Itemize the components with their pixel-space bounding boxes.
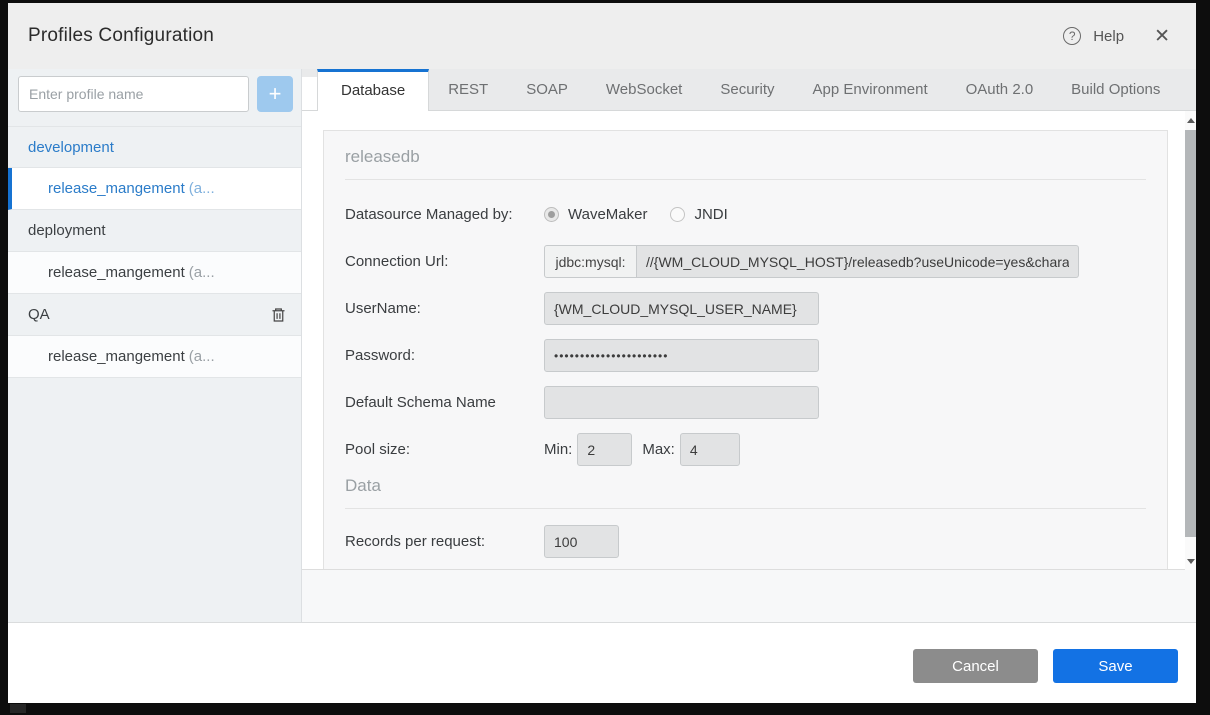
- username-input[interactable]: [544, 292, 819, 325]
- profile-item-release-mangement-selected[interactable]: release_mangement (a...: [8, 168, 301, 210]
- background-taskbar-fragment: [10, 704, 26, 713]
- help-icon[interactable]: ?: [1063, 27, 1081, 45]
- datasource-label: Datasource Managed by:: [345, 206, 544, 223]
- close-icon[interactable]: ✕: [1154, 25, 1170, 48]
- profile-item-suffix: (a...: [189, 264, 215, 281]
- password-label: Password:: [345, 347, 544, 364]
- profiles-sidebar: + development release_mangement (a... de…: [8, 69, 302, 622]
- profile-item-suffix: (a...: [189, 348, 215, 365]
- profile-group-qa[interactable]: QA: [8, 294, 301, 336]
- section-divider: [345, 508, 1146, 509]
- cancel-button[interactable]: Cancel: [913, 649, 1038, 683]
- header-actions: ? Help ✕: [1063, 25, 1170, 48]
- profile-item-release-mangement[interactable]: release_mangement (a...: [8, 252, 301, 294]
- profile-name-input[interactable]: [18, 76, 249, 112]
- delete-profile-button[interactable]: [270, 306, 287, 324]
- connection-url-label: Connection Url:: [345, 253, 544, 270]
- dialog-header: Profiles Configuration ? Help ✕: [8, 3, 1196, 69]
- help-icon-glyph: ?: [1069, 29, 1076, 43]
- scroll-down-icon: [1187, 559, 1195, 564]
- schema-input[interactable]: [544, 386, 819, 419]
- tab-bar-spacer: [302, 77, 317, 110]
- wavemaker-radio-label: WaveMaker: [568, 206, 647, 223]
- pool-size-label: Pool size:: [345, 441, 544, 458]
- tab-security[interactable]: Security: [701, 69, 793, 110]
- data-section-title: Data: [345, 476, 1146, 496]
- section-divider: [345, 179, 1146, 180]
- tab-oauth[interactable]: OAuth 2.0: [947, 69, 1053, 110]
- records-input[interactable]: [544, 525, 619, 558]
- profile-group-label: deployment: [28, 222, 106, 239]
- scrollbar-thumb[interactable]: [1185, 130, 1196, 537]
- scroll-up-icon: [1187, 118, 1195, 123]
- tab-database[interactable]: Database: [317, 69, 429, 111]
- screen: Profiles Configuration ? Help ✕ + develo…: [0, 0, 1210, 715]
- records-label: Records per request:: [345, 533, 544, 550]
- connection-url-input[interactable]: [637, 245, 1079, 278]
- profile-group-label: development: [28, 139, 114, 156]
- profile-group-label: QA: [28, 306, 50, 323]
- schema-label: Default Schema Name: [345, 394, 544, 411]
- tab-bar: Database REST SOAP WebSocket Security Ap…: [302, 69, 1196, 111]
- datasource-radio-group: WaveMaker JNDI: [544, 206, 742, 223]
- password-input[interactable]: [544, 339, 819, 372]
- datasource-row: Datasource Managed by: WaveMaker JNDI: [345, 198, 1146, 231]
- password-row: Password:: [345, 339, 1146, 372]
- radio-selected-dot: [548, 211, 555, 218]
- profile-group-deployment[interactable]: deployment: [8, 210, 301, 252]
- profile-list: development release_mangement (a... depl…: [8, 126, 301, 378]
- profile-group-development[interactable]: development: [8, 126, 301, 168]
- help-link[interactable]: Help: [1093, 28, 1124, 45]
- pool-size-row: Pool size: Min: Max:: [345, 433, 1146, 466]
- jndi-radio-label: JNDI: [694, 206, 727, 223]
- profile-create-row: +: [8, 69, 301, 112]
- profiles-configuration-dialog: Profiles Configuration ? Help ✕ + develo…: [8, 3, 1196, 703]
- database-tab-panel: releasedb Datasource Managed by: WaveMak…: [302, 111, 1196, 570]
- pool-max-input[interactable]: [680, 433, 740, 466]
- profile-item-label: release_mangement: [48, 264, 185, 281]
- records-row: Records per request:: [345, 525, 1146, 558]
- database-config-card: releasedb Datasource Managed by: WaveMak…: [323, 130, 1168, 570]
- profile-item-label: release_mangement: [48, 348, 185, 365]
- tab-area: Database REST SOAP WebSocket Security Ap…: [302, 69, 1196, 622]
- tab-rest[interactable]: REST: [429, 69, 507, 110]
- username-row: UserName:: [345, 292, 1146, 325]
- add-profile-button[interactable]: +: [257, 76, 293, 112]
- username-label: UserName:: [345, 300, 544, 317]
- dialog-body: + development release_mangement (a... de…: [8, 69, 1196, 622]
- pool-min-label: Min:: [544, 441, 572, 458]
- connection-url-row: Connection Url: jdbc:mysql:: [345, 245, 1146, 278]
- dialog-title: Profiles Configuration: [28, 25, 214, 47]
- tab-app-environment[interactable]: App Environment: [794, 69, 947, 110]
- scroll-up-button[interactable]: [1185, 113, 1196, 127]
- jndi-radio[interactable]: [670, 207, 685, 222]
- dialog-footer: Cancel Save: [8, 622, 1196, 703]
- profile-item-release-mangement[interactable]: release_mangement (a...: [8, 336, 301, 378]
- connection-url-prefix: jdbc:mysql:: [544, 245, 637, 278]
- profile-item-label: release_mangement: [48, 180, 185, 197]
- panel-bottom-spacer: [302, 570, 1196, 622]
- profile-item-suffix: (a...: [189, 180, 215, 197]
- pool-max-label: Max:: [642, 441, 675, 458]
- save-button[interactable]: Save: [1053, 649, 1178, 683]
- scroll-down-button[interactable]: [1185, 554, 1196, 568]
- tab-soap[interactable]: SOAP: [507, 69, 587, 110]
- vertical-scrollbar[interactable]: [1185, 111, 1196, 570]
- tab-websocket[interactable]: WebSocket: [587, 69, 701, 110]
- tab-build-options[interactable]: Build Options: [1052, 69, 1179, 110]
- pool-min-input[interactable]: [577, 433, 632, 466]
- wavemaker-radio[interactable]: [544, 207, 559, 222]
- db-section-title: releasedb: [345, 147, 1146, 167]
- schema-row: Default Schema Name: [345, 386, 1146, 419]
- trash-icon: [270, 306, 287, 324]
